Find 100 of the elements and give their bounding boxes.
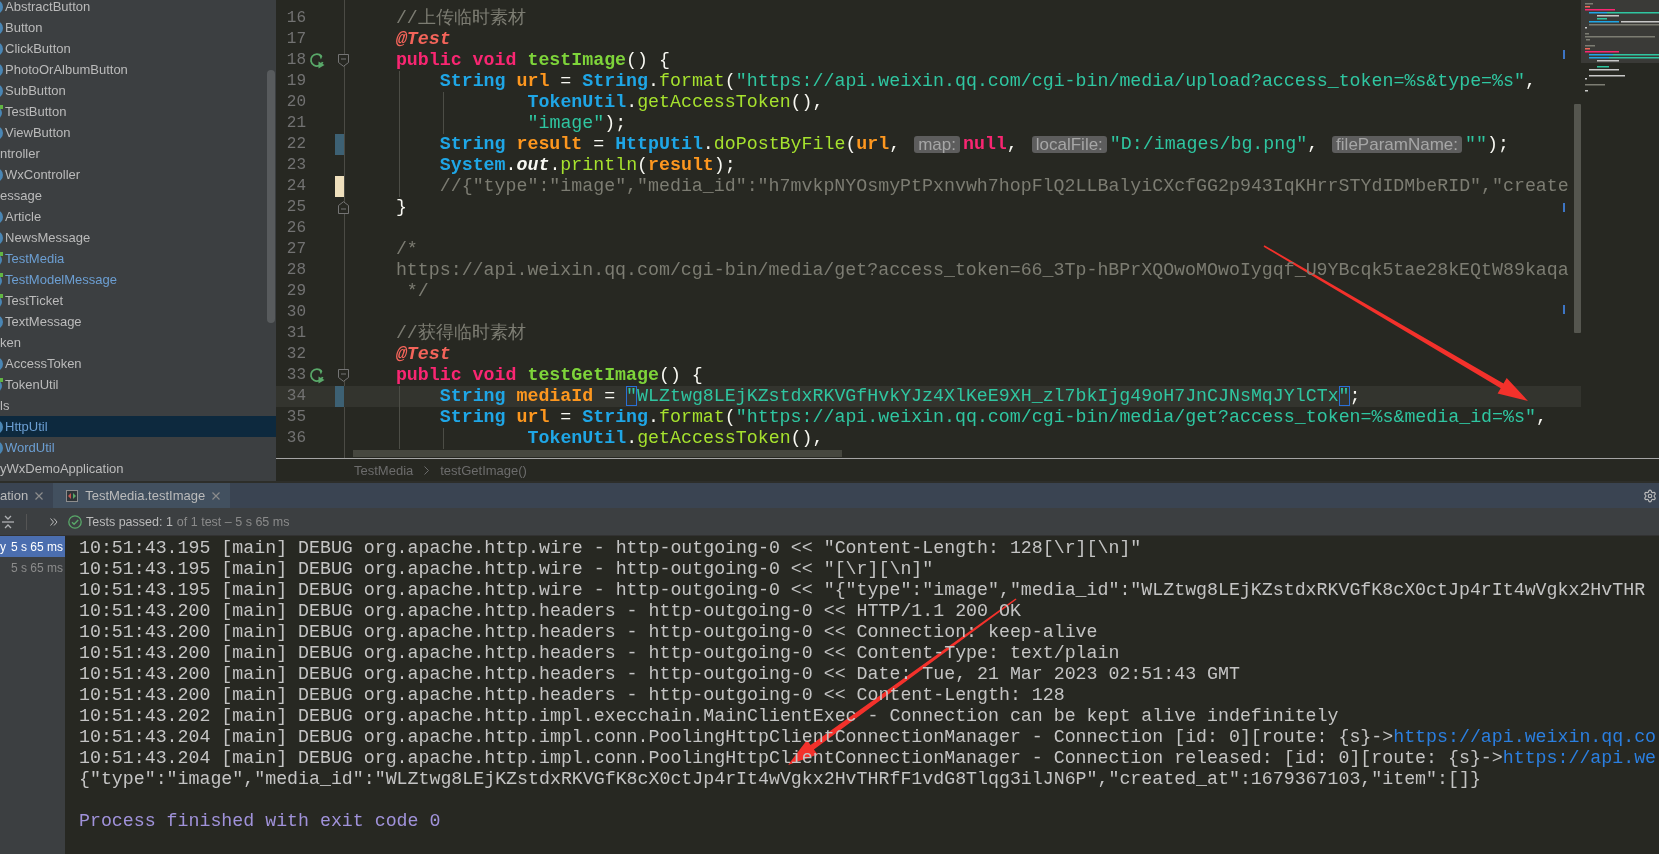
- line-number: 16: [286, 8, 306, 29]
- console-line: 10:51:43.202 [main] DEBUG org.apache.http.impl.execchain.MainClientExec - Connection can be kept alive indefinitely: [79, 706, 1340, 727]
- line-number: 33: [286, 365, 306, 386]
- class-icon: [0, 314, 3, 329]
- class-icon: [0, 62, 3, 77]
- code-line: "D:/images/bg.png",: [1109, 134, 1320, 155]
- run-icon[interactable]: [308, 367, 326, 384]
- breadcrumb-item[interactable]: testGetImage(): [440, 462, 527, 478]
- code-line: /*: [395, 239, 418, 260]
- fold-icon[interactable]: [338, 201, 349, 214]
- code-line: public void testImage() {: [395, 50, 670, 71]
- minimap-drawing[interactable]: [1581, 0, 1659, 95]
- line-number: 20: [286, 92, 306, 113]
- test-class-icon: [0, 104, 3, 119]
- scroll-marker: [1563, 50, 1565, 59]
- url-link[interactable]: https://api.weixin.qq.co: [1393, 727, 1657, 747]
- tree-item[interactable]: TestMedia: [0, 248, 276, 269]
- check-circle-icon: [68, 514, 82, 529]
- line-number: 28: [286, 260, 306, 281]
- code-line: */: [405, 281, 429, 302]
- class-icon: [0, 209, 3, 224]
- line-number: 26: [286, 218, 306, 239]
- code-line: "image");: [527, 113, 627, 134]
- test-item[interactable]: y 5 s 65 ms: [0, 536, 65, 557]
- line-number: 23: [286, 155, 306, 176]
- change-marker: [335, 386, 344, 407]
- tree-item[interactable]: essage: [0, 185, 276, 206]
- code-line: @Test: [395, 29, 451, 50]
- tree-item[interactable]: WxController: [0, 164, 276, 185]
- fold-icon[interactable]: [338, 54, 349, 67]
- code-line: }: [395, 197, 407, 218]
- line-number: 25: [286, 197, 306, 218]
- parameter-hint: map:: [914, 136, 960, 153]
- parameter-hint: fileParamName:: [1332, 136, 1462, 153]
- tree-item[interactable]: NewsMessage: [0, 227, 276, 248]
- code-line: @Test: [395, 344, 451, 365]
- class-icon: [0, 230, 3, 245]
- code-line: //上传临时素材: [395, 8, 526, 29]
- class-icon: [0, 41, 3, 56]
- tree-item[interactable]: Article: [0, 206, 276, 227]
- tree-item[interactable]: ClickButton: [0, 38, 276, 59]
- tree-item[interactable]: ViewButton: [0, 122, 276, 143]
- code-line: String mediaId = "WLZtwg8LEjKZstdxRKVGfHvkYJz4XlKeE9XH_zl7bkIjg49oH7JnCJNsMqJYlCTx";: [439, 386, 1361, 407]
- tree-item[interactable]: Button: [0, 17, 276, 38]
- test-config-icon: [66, 489, 79, 502]
- code-line: "");: [1465, 134, 1509, 155]
- fold-icon[interactable]: [338, 369, 349, 382]
- scrollbar-thumb[interactable]: [353, 450, 842, 457]
- test-name: y: [0, 539, 6, 554]
- console-line: 10:51:43.195 [main] DEBUG org.apache.http.wire - http-outgoing-0 << "Content-Length: 128[\r][\n]": [79, 538, 1143, 559]
- tree-item[interactable]: ntroller: [0, 143, 276, 164]
- tree-item[interactable]: PhotoOrAlbumButton: [0, 59, 276, 80]
- tab[interactable]: ation: [0, 483, 54, 508]
- tree-item[interactable]: TestTicket: [0, 290, 276, 311]
- line-number: 18: [286, 50, 306, 71]
- scroll-marker: [1563, 305, 1565, 314]
- tree-item[interactable]: TokenUtil: [0, 374, 276, 395]
- tab[interactable]: TestMedia.testImage: [53, 483, 231, 508]
- console-line: 10:51:43.195 [main] DEBUG org.apache.http.wire - http-outgoing-0 << "{"type":"image","media_id":"WLZtwg8LEjKZstdxRKVGfK8cX0ctJp4rIt4wVgkx2HvTHR: [79, 580, 1647, 601]
- line-number: 34: [286, 386, 306, 407]
- run-icon[interactable]: [308, 52, 326, 69]
- close-icon[interactable]: [35, 491, 44, 500]
- tree-item[interactable]: TestButton: [0, 101, 276, 122]
- console-line: 10:51:43.200 [main] DEBUG org.apache.http.headers - http-outgoing-0 << Connection: keep-alive: [79, 622, 1099, 643]
- line-number: 21: [286, 113, 306, 134]
- code-line: String result = HttpUtil.doPostByFile(url,: [439, 134, 902, 155]
- tree-item[interactable]: AccessToken: [0, 353, 276, 374]
- scrollbar-thumb[interactable]: [1574, 104, 1581, 333]
- code-line: TokenUtil.getAccessToken(),: [527, 92, 824, 113]
- parameter-hint: localFile:: [1031, 136, 1107, 153]
- breadcrumb-item[interactable]: TestMedia: [354, 462, 414, 478]
- tree-item[interactable]: SubButton: [0, 80, 276, 101]
- line-number: 31: [286, 323, 306, 344]
- settings-icon[interactable]: [1643, 488, 1657, 503]
- line-number: 35: [286, 407, 306, 428]
- line-number: 17: [286, 29, 306, 50]
- code-line: TokenUtil.getAccessToken(),: [527, 428, 824, 449]
- code-line: //获得临时素材: [395, 323, 526, 344]
- test-item[interactable]: 5 s 65 ms: [0, 557, 65, 578]
- scrollbar-thumb[interactable]: [267, 70, 275, 323]
- line-number: 36: [286, 428, 306, 449]
- tree-item[interactable]: ken: [0, 332, 276, 353]
- test-summary: of 1 test – 5 s 65 ms: [176, 514, 290, 529]
- tree-item[interactable]: TestModelMessage: [0, 269, 276, 290]
- tree-item[interactable]: HttpUtil: [0, 416, 276, 437]
- tree-item[interactable]: WordUtil: [0, 437, 276, 458]
- tree-item[interactable]: TextMessage: [0, 311, 276, 332]
- tree-item[interactable]: ls: [0, 395, 276, 416]
- line-number: 27: [286, 239, 306, 260]
- line-number: 29: [286, 281, 306, 302]
- double-chevron-icon[interactable]: [50, 517, 58, 526]
- collapse-all-icon[interactable]: [1, 514, 15, 529]
- tree-item[interactable]: yWxDemoApplication: [0, 458, 276, 479]
- url-link[interactable]: https://api.we: [1502, 748, 1657, 768]
- class-icon: [0, 440, 3, 455]
- close-icon[interactable]: [212, 491, 221, 500]
- code-line: null,: [962, 134, 1019, 155]
- tree-item[interactable]: AbstractButton: [0, 0, 276, 17]
- code-line: //{"type":"image","media_id":"h7mvkpNYOsmyPtPxnvwh7hopFlQ2LLBalyiCXcfGG2p943IqKHrrSTYdIDMbeRID","create: [439, 176, 1569, 197]
- line-number: 19: [286, 71, 306, 92]
